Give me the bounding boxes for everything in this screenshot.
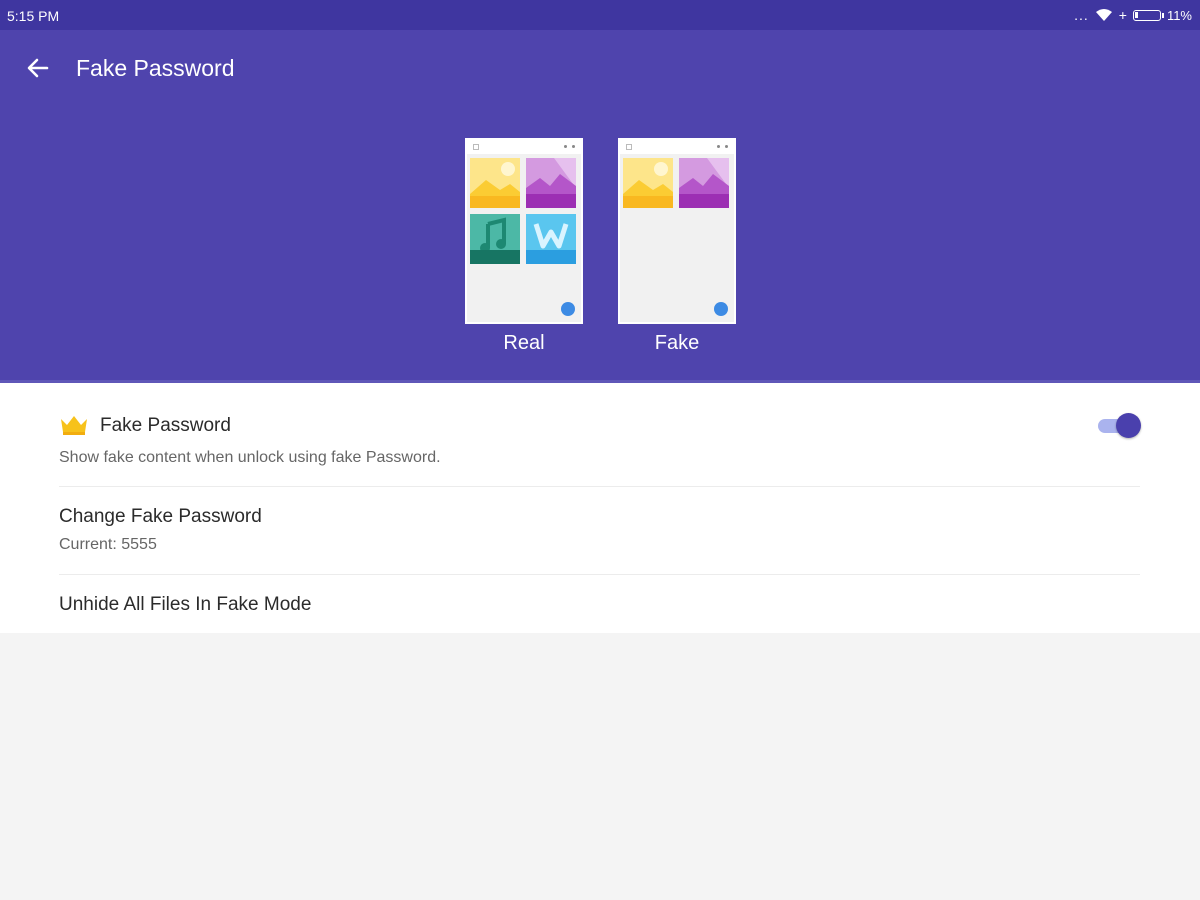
status-time: 5:15 PM	[7, 8, 60, 24]
charging-plus-icon: +	[1118, 7, 1127, 23]
fake-password-row[interactable]: Fake Password Show fake content when unl…	[0, 383, 1200, 487]
phone-mockup-fake	[618, 138, 736, 324]
document-tile-blue-icon	[526, 214, 576, 264]
fake-password-subtitle: Show fake content when unlock using fake…	[59, 449, 441, 466]
wifi-icon	[1095, 9, 1112, 21]
fake-preview: Fake	[618, 138, 736, 355]
battery-percent: 11%	[1166, 7, 1192, 23]
arrow-left-icon	[27, 58, 49, 78]
image-tile-purple-icon	[679, 158, 729, 208]
change-fake-password-row[interactable]: Change Fake Password Current: 5555	[0, 487, 1200, 575]
page-title: Fake Password	[76, 55, 235, 81]
battery-icon	[1132, 9, 1164, 21]
music-tile-teal-icon	[470, 214, 520, 264]
image-tile-yellow-icon	[470, 158, 520, 208]
change-password-title: Change Fake Password	[59, 506, 262, 527]
crown-icon	[61, 416, 87, 435]
phone-mockup-real	[465, 138, 583, 324]
status-bar: 5:15 PM ... + 11%	[0, 0, 1200, 30]
battery-level	[1134, 11, 1138, 18]
fake-label: Fake	[654, 332, 700, 354]
current-password-value: Current: 5555	[59, 536, 157, 553]
image-tile-yellow-icon	[623, 158, 673, 208]
overflow-dots-icon: ...	[1074, 7, 1089, 23]
fake-password-title: Fake Password	[100, 415, 231, 436]
image-tile-purple-icon	[526, 158, 576, 208]
fab-icon	[714, 302, 728, 316]
toggle-thumb	[1116, 413, 1141, 438]
back-button[interactable]	[20, 50, 56, 86]
real-label: Real	[503, 332, 545, 354]
real-preview: Real	[465, 138, 583, 355]
settings-list: Fake Password Show fake content when unl…	[0, 380, 1200, 633]
unhide-all-files-row[interactable]: Unhide All Files In Fake Mode	[0, 575, 1200, 633]
status-icons: ... + 11%	[1074, 6, 1192, 24]
fake-password-toggle[interactable]	[1096, 413, 1142, 439]
app-bar: Fake Password Real Fake	[0, 30, 1200, 380]
fab-icon	[561, 302, 575, 316]
unhide-all-title: Unhide All Files In Fake Mode	[59, 594, 312, 615]
